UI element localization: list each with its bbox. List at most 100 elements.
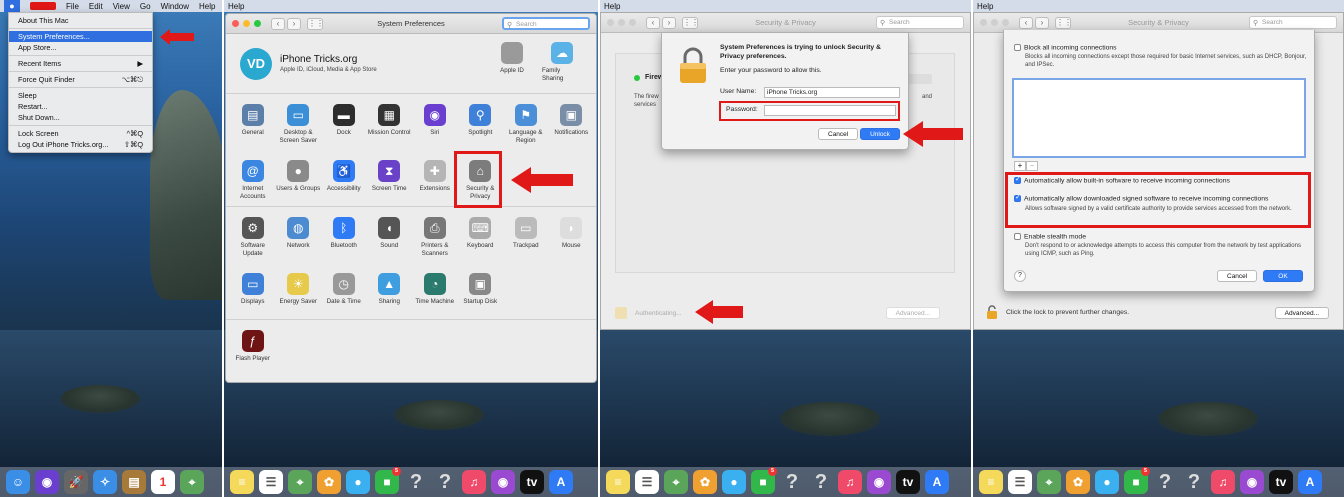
forward-button[interactable]: › [662,16,676,29]
advanced-button[interactable]: Advanced... [885,307,940,319]
advanced-button[interactable]: Advanced... [1274,307,1329,319]
notes-icon[interactable]: ≡ [230,470,254,494]
question-icon[interactable]: ? [780,470,804,494]
search-input[interactable]: ⚲ Search [502,17,590,30]
question-icon[interactable]: ? [433,470,457,494]
apple-id-banner[interactable]: VD iPhone Tricks.org Apple ID, iCloud, M… [226,34,596,94]
cancel-button[interactable]: Cancel [1217,270,1258,282]
notes-icon[interactable]: ≡ [606,470,630,494]
messages-icon[interactable]: ● [1095,470,1119,494]
question-icon[interactable]: ? [809,470,833,494]
pref-pane-dock[interactable]: ▬ Dock [321,98,367,150]
help-button[interactable]: ? [1014,270,1026,282]
show-all-button[interactable]: ⋮⋮ [1055,16,1072,29]
pref-pane-spotlight[interactable]: ⚲ Spotlight [458,98,504,150]
stealth-option[interactable]: Enable stealth mode [1014,233,1086,240]
reminders-icon[interactable]: ☰ [259,470,283,494]
close-button[interactable] [607,19,614,26]
pref-pane-siri[interactable]: ◉ Siri [412,98,458,150]
finder-icon[interactable]: ☺ [6,470,30,494]
apple-menu-item[interactable]: Force Quit Finder ⌥⌘⎋ [9,74,152,85]
pref-pane-sound[interactable]: ◖ Sound [367,211,413,263]
stealth-checkbox[interactable] [1014,233,1021,240]
lock-area[interactable]: Authenticating... [615,307,682,319]
menu-edit[interactable]: Edit [89,2,103,11]
zoom-button[interactable] [1002,19,1009,26]
pref-pane-date-time[interactable]: ◷ Date & Time [321,267,367,319]
pref-pane-printer[interactable]: ⎙ Printers & Scanners [412,211,458,263]
maps-icon[interactable]: ⌖ [664,470,688,494]
notefile-icon[interactable]: ▤ [122,470,146,494]
pref-pane-mouse[interactable]: ◗ Mouse [549,211,595,263]
pref-pane-users[interactable]: ● Users & Groups [276,154,322,206]
pref-pane-energy-saver[interactable]: ☀ Energy Saver [276,267,322,319]
pref-pane-software-update[interactable]: ⚙ Software Update [230,211,276,263]
add-app-button[interactable]: + [1014,161,1026,171]
menu-help[interactable]: Help [977,2,993,11]
close-button[interactable] [980,19,987,26]
close-button[interactable] [232,20,239,27]
zoom-button[interactable] [629,19,636,26]
show-all-button[interactable]: ⋮⋮ [682,16,699,29]
tv-icon[interactable]: tv [1269,470,1293,494]
pref-pane-screen-time[interactable]: ⧗ Screen Time [367,154,413,206]
siri-dock-icon[interactable]: ◉ [35,470,59,494]
facetime-icon[interactable]: ■ 5 [1124,467,1150,494]
back-button[interactable]: ‹ [271,17,285,30]
apple-menu-item[interactable]: Recent Items ▶ [9,58,152,69]
question-icon[interactable]: ? [404,470,428,494]
music-icon[interactable]: ♫ [1211,470,1235,494]
username-field[interactable]: iPhone Tricks.org [764,87,900,98]
menu-help[interactable]: Help [604,2,620,11]
pref-pane-bluetooth[interactable]: ᛒ Bluetooth [321,211,367,263]
maps-icon[interactable]: ⌖ [1037,470,1061,494]
menu-go[interactable]: Go [140,2,151,11]
podcasts-icon[interactable]: ◉ [491,470,515,494]
calendar-icon[interactable]: 1 [151,470,175,494]
minimize-button[interactable] [243,20,250,27]
tv-icon[interactable]: tv [520,470,544,494]
pref-pane-trackpad[interactable]: ▭ Trackpad [503,211,549,263]
facetime-icon[interactable]: ■ 5 [751,467,777,494]
apple-menu-item[interactable]: App Store... [9,42,152,53]
forward-button[interactable]: › [1035,16,1049,29]
photos-icon[interactable]: ✿ [1066,470,1090,494]
block-all-option[interactable]: Block all incoming connections [1014,44,1117,51]
app-store-icon[interactable]: A [925,470,949,494]
music-icon[interactable]: ♫ [462,470,486,494]
menu-help[interactable]: Help [228,2,244,11]
apple-menu-item[interactable]: Restart... [9,101,152,112]
pref-pane-time-machine[interactable]: ◔ Time Machine [412,267,458,319]
unlock-button[interactable]: Unlock [860,128,900,140]
question-icon[interactable]: ? [1153,470,1177,494]
photos-icon[interactable]: ✿ [693,470,717,494]
notes-icon[interactable]: ≡ [979,470,1003,494]
apple-menu-item[interactable]: Lock Screen ^⌘Q [9,128,152,139]
pref-pane-keyboard[interactable]: ⌨ Keyboard [458,211,504,263]
pref-pane-sharing[interactable]: ▲ Sharing [367,267,413,319]
pref-pane-flash-player[interactable]: ƒ Flash Player [230,324,276,376]
menu-file[interactable]: File [66,2,79,11]
podcasts-icon[interactable]: ◉ [867,470,891,494]
minimize-button[interactable] [618,19,625,26]
pref-pane-displays[interactable]: ▭ Displays [230,267,276,319]
pref-pane-mission-control[interactable]: ▦ Mission Control [367,98,413,150]
apple-menu-item[interactable]: Log Out iPhone Tricks.org... ⇧⌘Q [9,139,152,150]
block-all-checkbox[interactable] [1014,44,1021,51]
pref-pane-notifications[interactable]: ▣ Notifications [549,98,595,150]
reminders-icon[interactable]: ☰ [635,470,659,494]
pref-pane-network[interactable]: ◍ Network [276,211,322,263]
tv-icon[interactable]: tv [896,470,920,494]
maps-icon[interactable]: ⌖ [180,470,204,494]
pref-pane-general[interactable]: ▤ General [230,98,276,150]
pref-pane-desktop[interactable]: ▭ Desktop & Screen Saver [276,98,322,150]
music-icon[interactable]: ♫ [838,470,862,494]
maps-icon[interactable]: ⌖ [288,470,312,494]
forward-button[interactable]: › [287,17,301,30]
photos-icon[interactable]: ✿ [317,470,341,494]
lock-area[interactable]: Click the lock to prevent further change… [986,305,1129,319]
launchpad-icon[interactable]: 🚀 [64,470,88,494]
cancel-button[interactable]: Cancel [818,128,859,140]
podcasts-icon[interactable]: ◉ [1240,470,1264,494]
pref-pane-language[interactable]: ⚑ Language & Region [503,98,549,150]
